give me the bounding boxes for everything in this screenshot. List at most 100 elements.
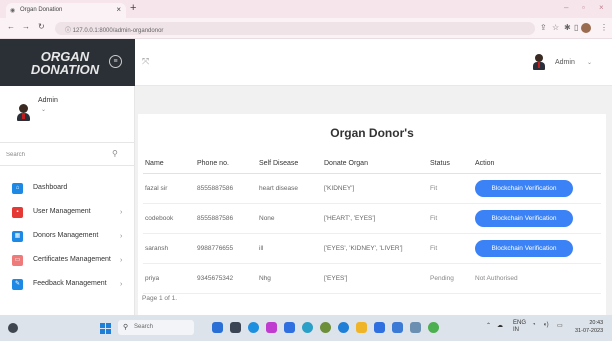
sidebar-item-label: Dashboard bbox=[33, 184, 68, 191]
app-icon[interactable] bbox=[374, 322, 385, 333]
sidebar-item-certificates-management[interactable]: ▭ Certificates Management › bbox=[0, 251, 135, 275]
app-icon[interactable] bbox=[266, 322, 277, 333]
app-icon[interactable] bbox=[302, 322, 313, 333]
table-row: fazal sir 8555887586 heart disease ['KID… bbox=[143, 173, 601, 204]
dashboard-icon: ⌂ bbox=[12, 183, 23, 194]
menu-toggle-icon[interactable]: ≡ bbox=[109, 55, 122, 68]
donors-table: Name Phone no. Self Disease Donate Organ… bbox=[143, 154, 601, 294]
chrome-icon[interactable] bbox=[428, 322, 439, 333]
cell-phone: 8555887586 bbox=[195, 173, 257, 204]
lang-region: IN bbox=[513, 327, 519, 333]
search-icon: ⚲ bbox=[123, 324, 129, 331]
browser-menu-icon[interactable]: ⋮ bbox=[600, 23, 608, 32]
app-icon[interactable] bbox=[410, 322, 421, 333]
sidebar-item-user-management[interactable]: ▪ User Management › bbox=[0, 203, 135, 227]
sidebar-user-name[interactable]: Admin bbox=[38, 97, 58, 104]
clock-time: 20:43 bbox=[589, 320, 604, 326]
certificate-icon: ▭ bbox=[12, 255, 23, 266]
top-navbar: ⤧ Admin ⌄ bbox=[135, 39, 612, 86]
app-icon[interactable] bbox=[338, 322, 349, 333]
cell-disease: None bbox=[257, 203, 322, 234]
brand-logo-text[interactable]: ORGAN DONATION bbox=[25, 50, 105, 76]
url-field[interactable]: ⓘ 127.0.0.1:8000/admin-organdonor bbox=[55, 22, 535, 35]
chevron-right-icon: › bbox=[120, 233, 123, 240]
blockchain-verification-button[interactable]: Blockchain Verification bbox=[475, 179, 573, 197]
app-icon[interactable] bbox=[392, 322, 403, 333]
browser-tab[interactable]: ◉ Organ Donation × bbox=[6, 3, 126, 18]
extensions-icon[interactable]: ✱ bbox=[564, 23, 571, 32]
sidebar-item-feedback-management[interactable]: ✎ Feedback Management › bbox=[0, 275, 135, 299]
column-header: Self Disease bbox=[257, 154, 322, 174]
close-tab-icon[interactable]: × bbox=[116, 5, 121, 14]
column-header: Name bbox=[143, 154, 195, 174]
table-header-row: Name Phone no. Self Disease Donate Organ… bbox=[143, 154, 601, 174]
os-taskbar: ⚲ Search ⌃ ☁ ENG IN ◔ ◖) ▭ 20:43 31-07-2… bbox=[0, 315, 612, 341]
sidebar-item-label: Certificates Management bbox=[33, 256, 111, 263]
sidebar-item-donors-management[interactable]: ▦ Donors Management › bbox=[0, 227, 135, 251]
cell-name: priya bbox=[143, 263, 195, 294]
column-header: Phone no. bbox=[195, 154, 257, 174]
site-info-icon[interactable]: ⓘ bbox=[65, 28, 73, 34]
maximize-icon[interactable]: ▫ bbox=[582, 3, 585, 12]
battery-icon[interactable]: ▭ bbox=[557, 322, 563, 329]
chevron-down-icon[interactable]: ⌄ bbox=[41, 106, 46, 113]
app-icon[interactable] bbox=[356, 322, 367, 333]
page-title: Organ Donor's bbox=[330, 126, 414, 140]
column-header: Action bbox=[473, 154, 601, 174]
avatar[interactable] bbox=[533, 54, 545, 70]
cell-action-text: Not Authorised bbox=[473, 263, 601, 294]
cell-name: saransh bbox=[143, 233, 195, 264]
wifi-icon[interactable]: ◔ bbox=[532, 322, 536, 328]
cell-disease: ill bbox=[257, 233, 322, 264]
header-user-name[interactable]: Admin bbox=[555, 59, 575, 66]
app-icon[interactable] bbox=[284, 322, 295, 333]
chevron-down-icon[interactable]: ⌄ bbox=[587, 59, 592, 66]
sidebar-item-label: Donors Management bbox=[33, 232, 99, 239]
cell-organ: ['KIDNEY'] bbox=[322, 173, 428, 204]
search-icon[interactable]: ⚲ bbox=[112, 149, 118, 158]
cell-phone: 9345675342 bbox=[195, 263, 257, 294]
system-clock[interactable]: 20:43 31-07-2023 bbox=[575, 319, 603, 335]
cell-name: fazal sir bbox=[143, 173, 195, 204]
forward-icon[interactable]: → bbox=[22, 22, 30, 31]
cell-organ: ['HEART', 'EYES'] bbox=[322, 203, 428, 234]
app-icon[interactable] bbox=[212, 322, 223, 333]
weather-icon[interactable] bbox=[8, 323, 18, 333]
reload-icon[interactable]: ↻ bbox=[38, 22, 45, 31]
url-text: 127.0.0.1:8000/admin-organdonor bbox=[72, 28, 164, 34]
sidebar-search: ⚲ bbox=[0, 142, 135, 166]
pagination-text: Page 1 of 1. bbox=[142, 295, 178, 302]
language-indicator[interactable]: ENG IN bbox=[513, 320, 526, 334]
search-input[interactable] bbox=[6, 148, 106, 161]
cell-status: Pending bbox=[428, 263, 473, 294]
tray-chevron-icon[interactable]: ⌃ bbox=[486, 322, 491, 329]
column-header: Donate Organ bbox=[322, 154, 428, 174]
window-close-icon[interactable]: × bbox=[599, 3, 604, 12]
new-tab-icon[interactable]: + bbox=[130, 2, 136, 14]
app-icon[interactable] bbox=[248, 322, 259, 333]
cloud-icon[interactable]: ☁ bbox=[497, 322, 503, 329]
browser-tab-bar: ◉ Organ Donation × + – ▫ × bbox=[0, 0, 612, 18]
blockchain-verification-button[interactable]: Blockchain Verification bbox=[475, 209, 573, 227]
cell-phone: 9988776655 bbox=[195, 233, 257, 264]
app-icon[interactable] bbox=[230, 322, 241, 333]
taskbar-search[interactable]: ⚲ Search bbox=[118, 320, 194, 335]
minimize-icon[interactable]: – bbox=[564, 3, 568, 12]
main-content: ⤧ Admin ⌄ Organ Donor's Name Phone no. S… bbox=[135, 39, 612, 315]
profile-avatar[interactable] bbox=[581, 23, 591, 33]
bookmark-star-icon[interactable]: ☆ bbox=[552, 23, 559, 32]
sidepanel-icon[interactable]: ▯ bbox=[574, 23, 578, 32]
fullscreen-icon[interactable]: ⤧ bbox=[142, 56, 149, 67]
volume-icon[interactable]: ◖) bbox=[543, 322, 549, 328]
share-icon[interactable]: ⇪ bbox=[540, 23, 547, 32]
users-icon: ▪ bbox=[12, 207, 23, 218]
back-icon[interactable]: ← bbox=[7, 22, 15, 31]
sidebar-item-label: Feedback Management bbox=[33, 280, 107, 287]
windows-start-icon[interactable] bbox=[100, 323, 111, 334]
sidebar-item-dashboard[interactable]: ⌂ Dashboard bbox=[0, 179, 135, 203]
taskbar-search-label: Search bbox=[134, 324, 154, 330]
cell-action: Blockchain Verification bbox=[473, 203, 601, 234]
app-icon[interactable] bbox=[320, 322, 331, 333]
blockchain-verification-button[interactable]: Blockchain Verification bbox=[475, 239, 573, 257]
cell-disease: heart disease bbox=[257, 173, 322, 204]
